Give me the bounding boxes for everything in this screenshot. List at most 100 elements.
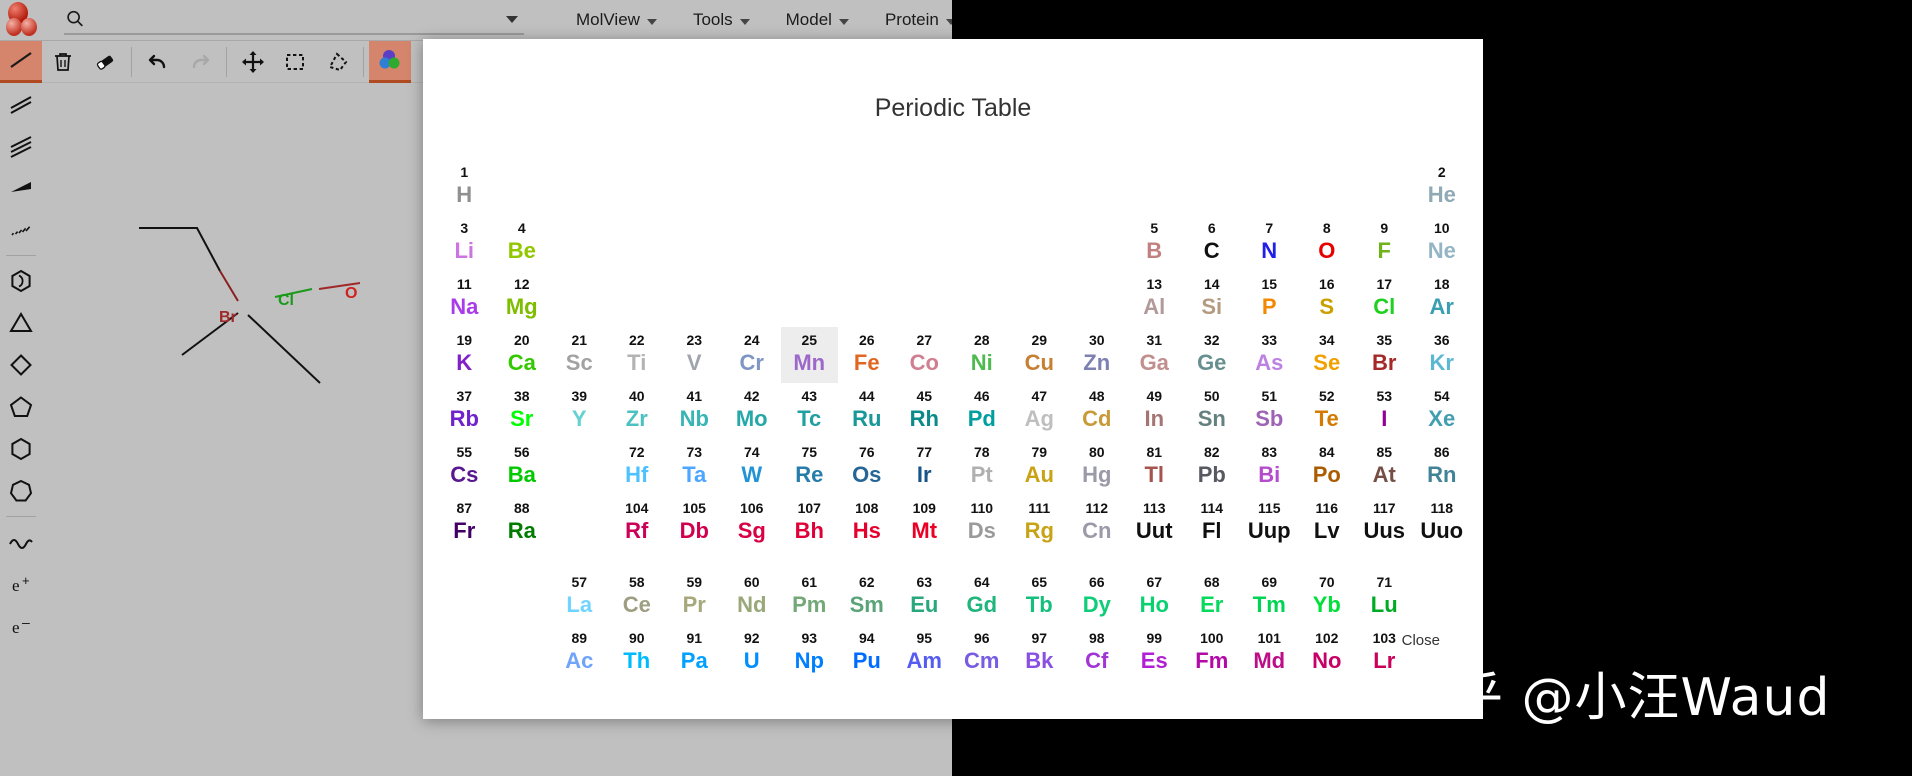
element-tile[interactable]: 73 Ta [666, 439, 724, 495]
ptable-cell-co[interactable]: 27 Co [896, 327, 954, 383]
element-tile[interactable]: 7N [1241, 215, 1299, 271]
ptable-cell-se[interactable]: 34 Se [1298, 327, 1356, 383]
element-tile[interactable]: 104 Rf [608, 495, 666, 551]
element-tile[interactable]: 52 Te [1298, 383, 1356, 439]
element-tile[interactable]: 77 Ir [896, 439, 954, 495]
ptable-cell-ne[interactable]: 10 Ne [1413, 215, 1471, 271]
ptable-cell-ce[interactable]: 58 Ce [608, 569, 666, 625]
element-tile[interactable]: 88 Ra [493, 495, 551, 551]
ptable-cell-k[interactable]: 19 K [436, 327, 494, 383]
element-tile[interactable]: 8O [1298, 215, 1356, 271]
element-tile[interactable]: 15 P [1241, 271, 1299, 327]
element-tile[interactable]: 95 Am [896, 625, 954, 681]
ptable-cell-pr[interactable]: 59 Pr [666, 569, 724, 625]
ptable-cell-rg[interactable]: 111 Rg [1011, 495, 1069, 551]
rect-select-tool[interactable] [274, 41, 316, 83]
ptable-cell-uup[interactable]: 115 Uup [1241, 495, 1299, 551]
ptable-cell-w[interactable]: 74 W [723, 439, 781, 495]
element-tile[interactable]: 33 As [1241, 327, 1299, 383]
ptable-cell-er[interactable]: 68 Er [1183, 569, 1241, 625]
triangle-ring-tool[interactable] [0, 302, 42, 344]
ptable-cell-cl[interactable]: 17 Cl [1356, 271, 1414, 327]
element-tile[interactable]: 26 Fe [838, 327, 896, 383]
ptable-cell-tb[interactable]: 65 Tb [1011, 569, 1069, 625]
element-tile[interactable]: 47 Ag [1011, 383, 1069, 439]
ptable-cell-cn[interactable]: 112 Cn [1068, 495, 1126, 551]
undo-tool[interactable] [137, 41, 179, 83]
ptable-cell-lv[interactable]: 116 Lv [1298, 495, 1356, 551]
benzene-ring-tool[interactable] [0, 260, 42, 302]
ptable-cell-br[interactable]: 35 Br [1356, 327, 1414, 383]
heptagon-ring-tool[interactable] [0, 470, 42, 512]
ptable-cell-p[interactable]: 15 P [1241, 271, 1299, 327]
ptable-cell-cm[interactable]: 96 Cm [953, 625, 1011, 681]
ptable-cell-cs[interactable]: 55 Cs [436, 439, 494, 495]
ptable-cell-no[interactable]: 102 No [1298, 625, 1356, 681]
ptable-cell-fm[interactable]: 100 Fm [1183, 625, 1241, 681]
ptable-cell-na[interactable]: 11 Na [436, 271, 494, 327]
ptable-cell-rn[interactable]: 86 Rn [1413, 439, 1471, 495]
element-tile[interactable]: 80 Hg [1068, 439, 1126, 495]
element-tile[interactable]: 25 Mn [780, 327, 838, 383]
ptable-cell-rh[interactable]: 45 Rh [896, 383, 954, 439]
ptable-cell-fe[interactable]: 26 Fe [838, 327, 896, 383]
ptable-cell-la[interactable]: 57 La [551, 569, 609, 625]
element-tile[interactable]: 117 Uus [1356, 495, 1414, 551]
element-tile[interactable]: 114 Fl [1183, 495, 1241, 551]
ptable-cell-si[interactable]: 14 Si [1183, 271, 1241, 327]
ptable-cell-n[interactable]: 7N [1241, 215, 1299, 271]
element-tile[interactable]: 37 Rb [436, 383, 494, 439]
ptable-cell-sg[interactable]: 106 Sg [723, 495, 781, 551]
element-tile[interactable]: 106 Sg [723, 495, 781, 551]
ptable-cell-pa[interactable]: 91 Pa [666, 625, 724, 681]
element-tile[interactable]: 42 Mo [723, 383, 781, 439]
ptable-cell-uut[interactable]: 113 Uut [1126, 495, 1184, 551]
ptable-cell-lu[interactable]: 71 Lu [1356, 569, 1414, 625]
element-tile[interactable]: 108 Hs [838, 495, 896, 551]
element-tile[interactable]: 83 Bi [1241, 439, 1299, 495]
ptable-cell-cf[interactable]: 98 Cf [1068, 625, 1126, 681]
ptable-cell-ru[interactable]: 44 Ru [838, 383, 896, 439]
ptable-cell-hf[interactable]: 72 Hf [608, 439, 666, 495]
element-tile[interactable]: 16 S [1298, 271, 1356, 327]
ptable-cell-hg[interactable]: 80 Hg [1068, 439, 1126, 495]
ptable-cell-fl[interactable]: 114 Fl [1183, 495, 1241, 551]
element-tile[interactable]: 112 Cn [1068, 495, 1126, 551]
ptable-cell-al[interactable]: 13 Al [1126, 271, 1184, 327]
element-tile[interactable]: 116 Lv [1298, 495, 1356, 551]
ptable-cell-cd[interactable]: 48 Cd [1068, 383, 1126, 439]
ptable-cell-md[interactable]: 101 Md [1241, 625, 1299, 681]
element-tile[interactable]: 17 Cl [1356, 271, 1414, 327]
element-tile[interactable]: 44 Ru [838, 383, 896, 439]
ptable-cell-li[interactable]: 3 Li [436, 215, 494, 271]
element-tile[interactable]: 85 At [1356, 439, 1414, 495]
element-tile[interactable]: 115 Uup [1241, 495, 1299, 551]
element-tile[interactable]: 76 Os [838, 439, 896, 495]
element-tile[interactable]: 34 Se [1298, 327, 1356, 383]
ptable-cell-ir[interactable]: 77 Ir [896, 439, 954, 495]
element-tile[interactable]: 61 Pm [781, 569, 839, 625]
element-tile[interactable]: 11 Na [436, 271, 494, 327]
ptable-cell-dy[interactable]: 66 Dy [1068, 569, 1126, 625]
ptable-cell-am[interactable]: 95 Am [896, 625, 954, 681]
ptable-cell-be[interactable]: 4 Be [493, 215, 551, 271]
element-tile[interactable]: 69 Tm [1241, 569, 1299, 625]
element-tile[interactable]: 66 Dy [1068, 569, 1126, 625]
element-tile[interactable]: 97 Bk [1011, 625, 1069, 681]
ptable-cell-ge[interactable]: 32 Ge [1183, 327, 1241, 383]
ptable-cell-os[interactable]: 76 Os [838, 439, 896, 495]
element-tile[interactable]: 36 Kr [1413, 327, 1471, 383]
single-bond-tool[interactable] [0, 40, 42, 83]
ptable-cell-yb[interactable]: 70 Yb [1298, 569, 1356, 625]
element-tile[interactable]: 31 Ga [1126, 327, 1184, 383]
element-tile[interactable]: 118 Uuo [1413, 495, 1471, 551]
element-tile[interactable]: 57 La [551, 569, 609, 625]
element-tile[interactable]: 18 Ar [1413, 271, 1471, 327]
element-tile[interactable]: 94 Pu [838, 625, 896, 681]
ptable-cell-pb[interactable]: 82 Pb [1183, 439, 1241, 495]
ptable-cell-ho[interactable]: 67 Ho [1126, 569, 1184, 625]
ptable-cell-rf[interactable]: 104 Rf [608, 495, 666, 551]
element-tile[interactable]: 59 Pr [666, 569, 724, 625]
ptable-cell-c[interactable]: 6C [1183, 215, 1241, 271]
ptable-cell-np[interactable]: 93 Np [781, 625, 839, 681]
